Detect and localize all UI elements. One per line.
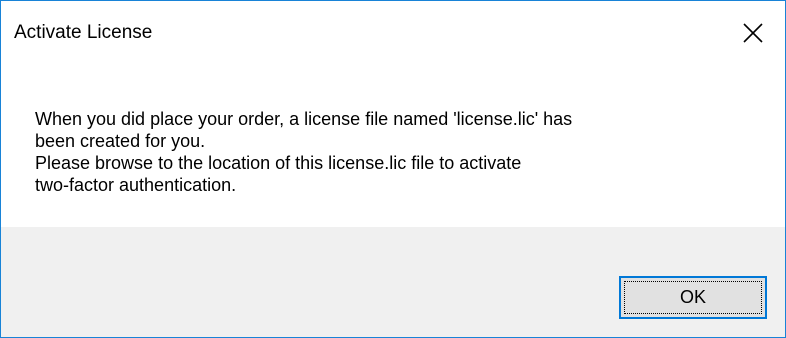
message-line: two-factor authentication. [35, 175, 237, 195]
button-bar: OK [1, 227, 785, 337]
ok-button-label: OK [679, 287, 706, 307]
message-line: been created for you. [35, 131, 206, 151]
message-line: When you did place your order, a license… [35, 109, 573, 129]
ok-button[interactable]: OK [619, 276, 767, 319]
title-bar: Activate License [1, 1, 785, 65]
message-text: When you did place your order, a license… [35, 108, 755, 196]
activate-license-dialog: Activate License When you did place your… [0, 0, 786, 338]
close-icon [743, 23, 763, 43]
close-button[interactable] [721, 1, 785, 65]
dialog-title: Activate License [14, 22, 153, 43]
dialog-content: When you did place your order, a license… [1, 65, 785, 227]
message-line: Please browse to the location of this li… [35, 153, 522, 173]
